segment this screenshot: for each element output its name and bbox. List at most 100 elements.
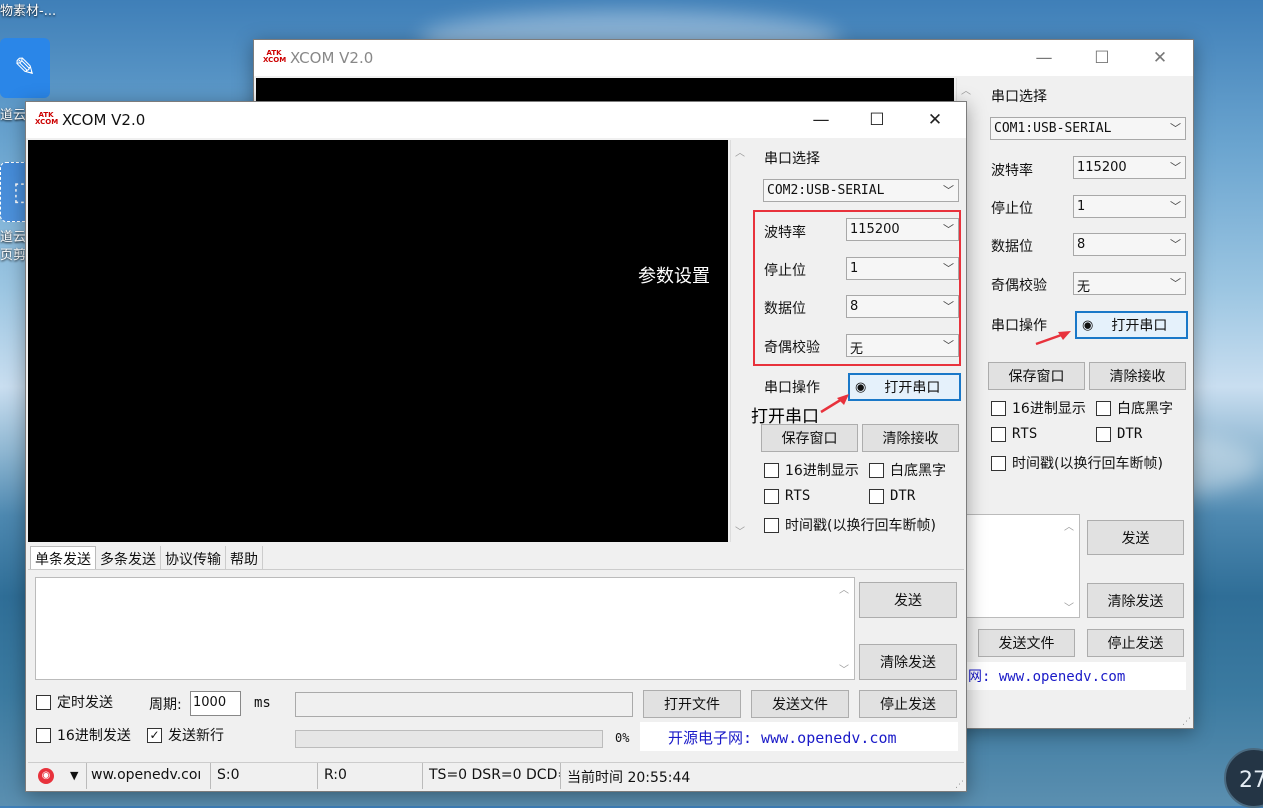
stop-send-button[interactable]: 停止发送 [859, 690, 957, 718]
minimize-icon[interactable]: — [1015, 40, 1073, 76]
close-icon[interactable]: ✕ [1131, 40, 1189, 76]
checkbox-icon [764, 488, 779, 504]
data-bits-label: 数据位 [991, 239, 1033, 255]
scroll-up-icon[interactable]: ︿ [839, 581, 849, 596]
resize-grip-icon[interactable]: ⋰ [955, 780, 964, 790]
maximize-icon[interactable]: ☐ [1073, 40, 1131, 76]
website-link[interactable]: 网: www.openedv.com [966, 662, 1186, 690]
parity-select[interactable]: 无 ﹀ [846, 334, 959, 357]
tab-strip: 单条发送 多条发送 协议传输 帮助 [30, 546, 263, 570]
close-icon[interactable]: ✕ [906, 102, 964, 138]
status-url[interactable]: ww.openedv.coı [86, 763, 211, 789]
checkbox-icon [869, 462, 884, 478]
chevron-down-icon: ﹀ [1170, 238, 1181, 251]
xcom-window-front[interactable]: ATK XCOM XCOM V2.0 — ☐ ✕ ︿ ﹀ 串口选择 COM2:US… [25, 101, 967, 792]
clear-send-button[interactable]: 清除发送 [859, 644, 957, 680]
scroll-down-icon[interactable]: ﹀ [839, 661, 849, 676]
checkbox-icon [36, 694, 51, 710]
send-newline-checkbox[interactable]: ✓ 发送新行 [147, 725, 224, 745]
send-button[interactable]: 发送 [859, 582, 957, 618]
scrollbar[interactable]: ︿ ﹀ [730, 140, 748, 542]
dtr-checkbox[interactable]: DTR [1096, 426, 1142, 442]
checkbox-label: DTR [890, 488, 916, 504]
data-value: 8 [850, 299, 859, 314]
scrollbar[interactable]: ︿ ﹀ [836, 579, 853, 678]
scroll-up-icon[interactable]: ︿ [1064, 518, 1074, 533]
title-bar[interactable]: ATK XCOM XCOM V2.0 — ☐ ✕ [26, 102, 966, 138]
parity-label: 奇偶校验 [991, 278, 1047, 294]
white-bg-checkbox[interactable]: 白底黑字 [869, 460, 946, 480]
rts-checkbox[interactable]: RTS [991, 426, 1037, 442]
dropdown-arrow-icon[interactable]: ▼ [70, 769, 78, 782]
timestamp-checkbox[interactable]: 时间戳(以换行回车断帧) [991, 453, 1163, 473]
stop-value: 1 [850, 261, 859, 276]
stop-bits-select[interactable]: 1 ﹀ [846, 257, 959, 280]
chevron-down-icon: ﹀ [943, 339, 954, 352]
open-file-button[interactable]: 打开文件 [643, 690, 741, 718]
stop-send-button[interactable]: 停止发送 [1087, 629, 1184, 657]
scroll-down-icon[interactable]: ﹀ [1064, 599, 1074, 614]
hex-send-checkbox[interactable]: 16进制发送 [36, 725, 131, 745]
chevron-down-icon: ﹀ [943, 300, 954, 313]
data-bits-select[interactable]: 8 ﹀ [846, 295, 959, 318]
save-window-button[interactable]: 保存窗口 [988, 362, 1085, 390]
hex-display-checkbox[interactable]: 16进制显示 [991, 398, 1086, 418]
checkbox-label: 16进制发送 [57, 728, 131, 744]
send-file-button[interactable]: 发送文件 [978, 629, 1075, 657]
scroll-up-icon[interactable]: ︿ [735, 144, 745, 159]
clear-receive-button[interactable]: 清除接收 [1089, 362, 1186, 390]
save-window-button[interactable]: 保存窗口 [761, 424, 858, 452]
checkbox-label: 时间戳(以换行回车断帧) [785, 518, 936, 534]
website-link[interactable]: 开源电子网: www.openedv.com [640, 722, 958, 751]
stop-value: 1 [1077, 199, 1086, 214]
checkbox-icon [991, 400, 1006, 416]
radio-icon: ◉ [855, 379, 867, 395]
port-select[interactable]: COM1:USB-SERIAL ﹀ [990, 117, 1186, 140]
send-textarea[interactable] [35, 577, 855, 680]
open-port-button[interactable]: ◉ 打开串口 [848, 373, 961, 401]
chevron-down-icon: ﹀ [1170, 277, 1181, 290]
minimize-icon[interactable]: — [792, 102, 850, 138]
receive-area[interactable] [28, 140, 728, 542]
white-bg-checkbox[interactable]: 白底黑字 [1096, 398, 1173, 418]
parity-select[interactable]: 无 ﹀ [1073, 272, 1186, 295]
scroll-up-icon[interactable]: ︿ [961, 82, 971, 97]
chevron-down-icon: ﹀ [943, 262, 954, 275]
serial-select-label: 串口选择 [991, 89, 1047, 105]
baud-label: 波特率 [991, 163, 1033, 179]
clear-receive-button[interactable]: 清除接收 [862, 424, 959, 452]
tab-help[interactable]: 帮助 [226, 546, 263, 570]
period-input[interactable]: 1000 [190, 691, 241, 716]
tab-multi-send[interactable]: 多条发送 [96, 546, 161, 570]
stop-bits-select[interactable]: 1 ﹀ [1073, 195, 1186, 218]
desktop-window-title: 物素材-... [0, 4, 57, 19]
port-select[interactable]: COM2:USB-SERIAL ﹀ [763, 179, 959, 202]
file-path-input[interactable] [295, 692, 633, 717]
data-bits-select[interactable]: 8 ﹀ [1073, 233, 1186, 256]
dtr-checkbox[interactable]: DTR [869, 488, 915, 504]
xcom-logo-icon: ATK XCOM [35, 111, 59, 126]
timestamp-checkbox[interactable]: 时间戳(以换行回车断帧) [764, 515, 936, 535]
maximize-icon[interactable]: ☐ [848, 102, 906, 138]
checkbox-label: RTS [785, 488, 811, 504]
checkbox-icon [764, 517, 779, 533]
note-app-icon[interactable]: ✎ [0, 38, 50, 98]
open-annotation: 打开串口 [751, 407, 819, 427]
tab-single-send[interactable]: 单条发送 [30, 546, 96, 570]
record-icon[interactable]: ◉ [38, 768, 54, 784]
baud-select[interactable]: 115200 ﹀ [1073, 156, 1186, 179]
hex-display-checkbox[interactable]: 16进制显示 [764, 460, 859, 480]
timed-send-checkbox[interactable]: 定时发送 [36, 692, 113, 712]
open-port-button[interactable]: ◉ 打开串口 [1075, 311, 1188, 339]
send-button[interactable]: 发送 [1087, 520, 1184, 555]
resize-grip-icon[interactable]: ⋰ [1182, 717, 1191, 727]
tab-protocol[interactable]: 协议传输 [161, 546, 226, 570]
scrollbar[interactable]: ︿ ﹀ [1062, 516, 1078, 616]
baud-select[interactable]: 115200 ﹀ [846, 218, 959, 241]
chevron-down-icon: ﹀ [1170, 200, 1181, 213]
rts-checkbox[interactable]: RTS [764, 488, 810, 504]
clear-send-button[interactable]: 清除发送 [1087, 583, 1184, 618]
send-file-button[interactable]: 发送文件 [751, 690, 849, 718]
scroll-down-icon[interactable]: ﹀ [735, 523, 745, 538]
title-bar[interactable]: ATK XCOM XCOM V2.0 — ☐ ✕ [254, 40, 1193, 76]
